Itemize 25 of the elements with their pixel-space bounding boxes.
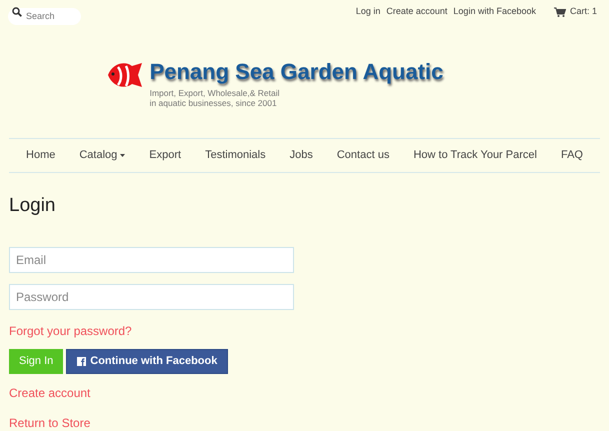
nav-link[interactable]: Jobs [290, 147, 313, 164]
nav-link[interactable]: How to Track Your Parcel [413, 147, 537, 164]
fish-logo-icon [106, 60, 144, 90]
nav-link[interactable]: Home [26, 147, 56, 164]
cart-icon[interactable] [554, 6, 566, 16]
header-link[interactable]: Create account [386, 4, 448, 18]
search-field[interactable]: Search [8, 8, 81, 24]
search-icon [12, 7, 22, 17]
nav-link[interactable]: Testimonials [205, 147, 266, 164]
header-link[interactable]: Log in [356, 4, 380, 18]
nav-link[interactable]: Contact us [336, 147, 390, 164]
caret-icon [120, 154, 126, 157]
tagline-text: in aquatic businesses, since 2001 [150, 98, 278, 108]
cart-link[interactable]: Cart: 1 [570, 4, 597, 18]
input-field[interactable]: Password [9, 284, 294, 310]
input-field[interactable]: Email [9, 246, 294, 272]
facebook-icon [77, 356, 86, 366]
tagline-text: Import, Export, Wholesale,& Retail [150, 88, 280, 98]
facebook-button[interactable]: Continue with Facebook [66, 348, 228, 374]
header-link[interactable]: Login with Facebook [453, 4, 536, 18]
site-title[interactable]: Penang Sea Garden Aquatic [150, 58, 444, 86]
page-heading: Login [9, 194, 56, 218]
nav-link[interactable]: FAQ [560, 147, 583, 164]
nav-link[interactable]: Export [149, 147, 182, 164]
nav-dropdown[interactable]: Catalog [79, 147, 126, 164]
